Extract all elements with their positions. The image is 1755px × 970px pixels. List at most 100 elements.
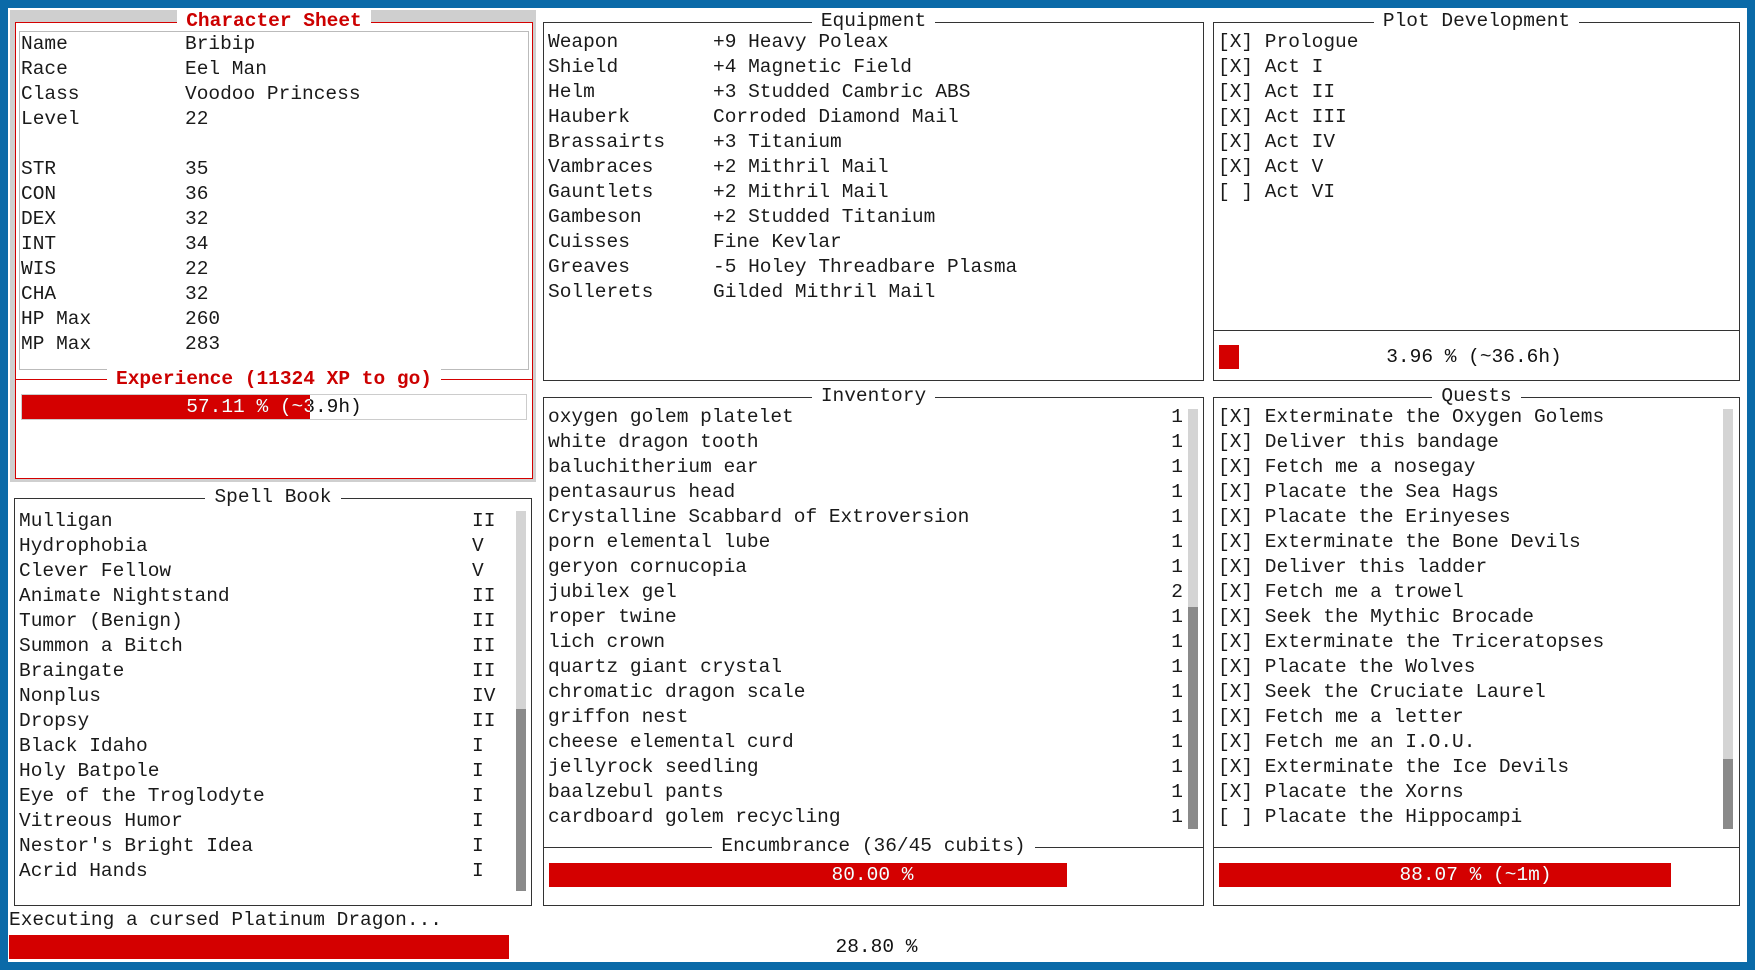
quest-label: [X] Exterminate the Oxygen Golems xyxy=(1218,406,1605,428)
inventory-title: Inventory xyxy=(811,385,936,407)
plot-development-panel[interactable]: Plot Development [X] Prologue [X] Act I [X… xyxy=(1213,10,1740,381)
inventory-scrollbar-thumb[interactable] xyxy=(1188,607,1198,829)
equipment-row[interactable]: Gauntlets +2 Mithril Mail xyxy=(548,180,1195,205)
character-sheet-title: Character Sheet xyxy=(177,10,371,32)
equipment-item: Corroded Diamond Mail xyxy=(713,106,959,128)
character-field-row: Race Eel Man xyxy=(21,57,524,82)
quest-item: [X] Exterminate the Bone Devils xyxy=(1218,530,1715,555)
character-field-value: 36 xyxy=(185,183,209,205)
equipment-row[interactable]: Hauberk Corroded Diamond Mail xyxy=(548,105,1195,130)
quest-divider xyxy=(1214,847,1739,848)
quest-progress-text-on-fill: 88.07 % (~1m) xyxy=(1399,864,1552,886)
inventory-row[interactable]: geryon cornucopia 1 xyxy=(548,555,1183,580)
spell-row[interactable]: Vitreous Humor I xyxy=(19,809,511,834)
inventory-row[interactable]: chromatic dragon scale 1 xyxy=(548,680,1183,705)
quest-label: [X] Deliver this bandage xyxy=(1218,431,1499,453)
character-sheet-panel[interactable]: Character Sheet Name Bribip Race Eel Man Cla… xyxy=(15,10,533,479)
spell-name: Mulligan xyxy=(19,510,113,532)
inventory-row[interactable]: baalzebul pants 1 xyxy=(548,780,1183,805)
spell-row[interactable]: Tumor (Benign) II xyxy=(19,609,511,634)
equipment-slot: Cuisses xyxy=(548,231,630,253)
equipment-slot: Sollerets xyxy=(548,281,654,303)
spell-row[interactable]: Summon a Bitch II xyxy=(19,634,511,659)
spell-row[interactable]: Dropsy II xyxy=(19,709,511,734)
spell-row[interactable]: Holy Batpole I xyxy=(19,759,511,784)
inventory-row[interactable]: cardboard golem recycling 1 xyxy=(548,805,1183,830)
inventory-list: oxygen golem platelet 1 white dragon tooth… xyxy=(544,405,1187,835)
inventory-row[interactable]: jubilex gel 2 xyxy=(548,580,1183,605)
inventory-row[interactable]: cheese elemental curd 1 xyxy=(548,730,1183,755)
quest-item: [X] Exterminate the Oxygen Golems xyxy=(1218,405,1715,430)
quest-label: [X] Fetch me a nosegay xyxy=(1218,456,1476,478)
spell-level: II xyxy=(472,510,496,532)
inventory-row[interactable]: lich crown 1 xyxy=(548,630,1183,655)
plot-act-item: [X] Act IV xyxy=(1218,130,1730,155)
inventory-row[interactable]: pentasaurus head 1 xyxy=(548,480,1183,505)
quest-label: [X] Placate the Xorns xyxy=(1218,781,1464,803)
equipment-row[interactable]: Cuisses Fine Kevlar xyxy=(548,230,1195,255)
inventory-panel[interactable]: Inventory oxygen golem platelet 1 white dr… xyxy=(543,385,1204,906)
character-field-key: Class xyxy=(21,83,80,105)
inventory-item-name: baalzebul pants xyxy=(548,781,724,803)
spell-row[interactable]: Animate Nightstand II xyxy=(19,584,511,609)
quest-scrollbar-thumb[interactable] xyxy=(1723,759,1733,829)
spell-name: Eye of the Troglodyte xyxy=(19,785,265,807)
equipment-row[interactable]: Weapon +9 Heavy Poleax xyxy=(548,30,1195,55)
inventory-row[interactable]: Crystalline Scabbard of Extroversion 1 xyxy=(548,505,1183,530)
quest-item: [X] Placate the Erinyeses xyxy=(1218,505,1715,530)
spell-level: II xyxy=(472,635,496,657)
inventory-item-qty: 1 xyxy=(1171,806,1183,828)
spell-row[interactable]: Clever Fellow V xyxy=(19,559,511,584)
spell-scrollbar[interactable] xyxy=(516,511,526,891)
spell-row[interactable]: Nonplus IV xyxy=(19,684,511,709)
plot-act-item: [X] Act I xyxy=(1218,55,1730,80)
inventory-row[interactable]: griffon nest 1 xyxy=(548,705,1183,730)
quests-panel[interactable]: Quests [X] Exterminate the Oxygen Golems… xyxy=(1213,385,1740,906)
character-field-row: WIS 22 xyxy=(21,257,524,282)
spell-book-panel[interactable]: Spell Book Mulligan II Hydrophobia V Clever … xyxy=(14,486,532,906)
spell-row[interactable]: Hydrophobia V xyxy=(19,534,511,559)
spell-row[interactable]: Acrid Hands I xyxy=(19,859,511,884)
quest-item: [X] Placate the Xorns xyxy=(1218,780,1715,805)
inventory-row[interactable]: white dragon tooth 1 xyxy=(548,430,1183,455)
inventory-item-qty: 1 xyxy=(1171,756,1183,778)
inventory-row[interactable]: roper twine 1 xyxy=(548,605,1183,630)
character-field-value: 34 xyxy=(185,233,209,255)
equipment-row[interactable]: Sollerets Gilded Mithril Mail xyxy=(548,280,1195,305)
plot-development-title: Plot Development xyxy=(1373,10,1580,32)
spell-level: I xyxy=(472,810,484,832)
equipment-item: Gilded Mithril Mail xyxy=(713,281,936,303)
equipment-item: -5 Holey Threadbare Plasma xyxy=(713,256,1018,278)
inventory-scrollbar[interactable] xyxy=(1188,409,1198,829)
spell-row[interactable]: Eye of the Troglodyte I xyxy=(19,784,511,809)
quest-scrollbar[interactable] xyxy=(1723,409,1733,829)
equipment-row[interactable]: Gambeson +2 Studded Titanium xyxy=(548,205,1195,230)
inventory-item-name: pentasaurus head xyxy=(548,481,736,503)
spell-row[interactable]: Braingate II xyxy=(19,659,511,684)
equipment-row[interactable]: Vambraces +2 Mithril Mail xyxy=(548,155,1195,180)
quest-item: [X] Deliver this ladder xyxy=(1218,555,1715,580)
character-field-key: DEX xyxy=(21,208,57,230)
equipment-row[interactable]: Helm +3 Studded Cambric ABS xyxy=(548,80,1195,105)
character-field-key: WIS xyxy=(21,258,57,280)
spell-scrollbar-thumb[interactable] xyxy=(516,709,526,891)
inventory-row[interactable]: quartz giant crystal 1 xyxy=(548,655,1183,680)
character-field-row: INT 34 xyxy=(21,232,524,257)
inventory-row[interactable]: jellyrock seedling 1 xyxy=(548,755,1183,780)
spell-row[interactable]: Nestor's Bright Idea I xyxy=(19,834,511,859)
encumbrance-bar: 80.00 % 80.00 % xyxy=(549,863,1196,887)
spell-book-title: Spell Book xyxy=(205,486,341,508)
spell-row[interactable]: Mulligan II xyxy=(19,509,511,534)
equipment-row[interactable]: Shield +4 Magnetic Field xyxy=(548,55,1195,80)
equipment-row[interactable]: Brassairts +3 Titanium xyxy=(548,130,1195,155)
inventory-row[interactable]: porn elemental lube 1 xyxy=(548,530,1183,555)
equipment-row[interactable]: Greaves -5 Holey Threadbare Plasma xyxy=(548,255,1195,280)
inventory-item-qty: 1 xyxy=(1171,531,1183,553)
inventory-row[interactable]: baluchitherium ear 1 xyxy=(548,455,1183,480)
plot-act-label: [X] Act IV xyxy=(1218,131,1336,153)
quest-item: [X] Seek the Cruciate Laurel xyxy=(1218,680,1715,705)
equipment-panel[interactable]: Equipment Weapon +9 Heavy Poleax Shield +4 … xyxy=(543,10,1204,381)
inventory-row[interactable]: oxygen golem platelet 1 xyxy=(548,405,1183,430)
quest-item: [X] Fetch me a nosegay xyxy=(1218,455,1715,480)
spell-row[interactable]: Black Idaho I xyxy=(19,734,511,759)
